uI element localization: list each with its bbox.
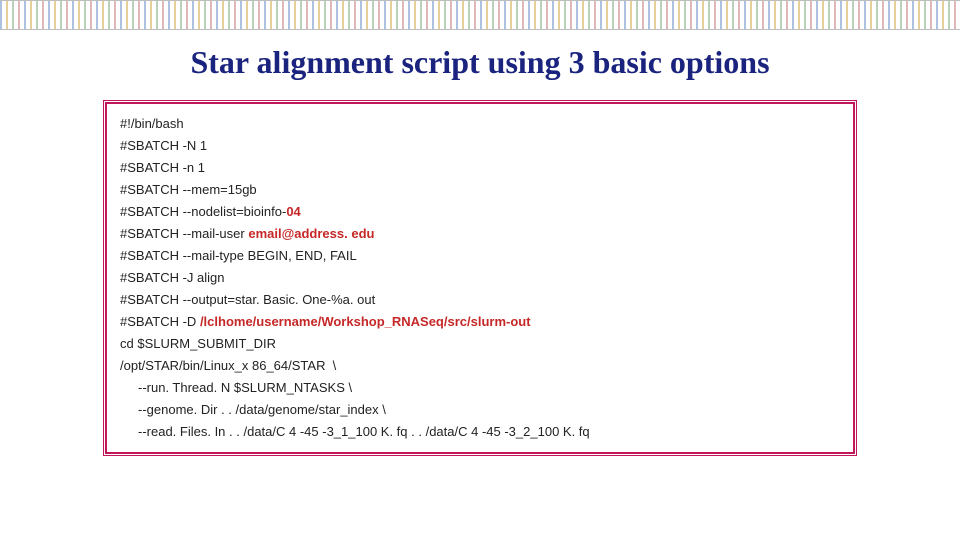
code-line: #SBATCH --output=star. Basic. One-%a. ou… xyxy=(120,289,840,311)
code-line: #SBATCH -n 1 xyxy=(120,157,840,179)
code-text: #SBATCH --nodelist=bioinfo- xyxy=(120,204,286,219)
code-line: cd $SLURM_SUBMIT_DIR xyxy=(120,333,840,355)
code-line: --run. Thread. N $SLURM_NTASKS \ xyxy=(120,377,840,399)
code-line: /opt/STAR/bin/Linux_x 86_64/STAR \ xyxy=(120,355,840,377)
highlight-path: /lclhome/username/Workshop_RNASeq/src/sl… xyxy=(200,314,531,329)
page-title: Star alignment script using 3 basic opti… xyxy=(0,44,960,81)
code-text: #SBATCH -D xyxy=(120,314,200,329)
code-line: #SBATCH --nodelist=bioinfo-04 xyxy=(120,201,840,223)
dna-banner xyxy=(0,0,960,30)
script-code-box: #!/bin/bash #SBATCH -N 1 #SBATCH -n 1 #S… xyxy=(106,103,854,453)
highlight-email: email@address. edu xyxy=(248,226,374,241)
code-line: --genome. Dir . . /data/genome/star_inde… xyxy=(120,399,840,421)
highlight-node-number: 04 xyxy=(286,204,300,219)
code-line: #SBATCH --mail-type BEGIN, END, FAIL xyxy=(120,245,840,267)
code-line: #!/bin/bash xyxy=(120,113,840,135)
code-line: #SBATCH -D /lclhome/username/Workshop_RN… xyxy=(120,311,840,333)
code-line: #SBATCH -J align xyxy=(120,267,840,289)
code-line: #SBATCH --mem=15gb xyxy=(120,179,840,201)
code-text: #SBATCH --mail-user xyxy=(120,226,248,241)
code-line: #SBATCH --mail-user email@address. edu xyxy=(120,223,840,245)
code-line: #SBATCH -N 1 xyxy=(120,135,840,157)
code-line: --read. Files. In . . /data/C 4 -45 -3_1… xyxy=(120,421,840,443)
